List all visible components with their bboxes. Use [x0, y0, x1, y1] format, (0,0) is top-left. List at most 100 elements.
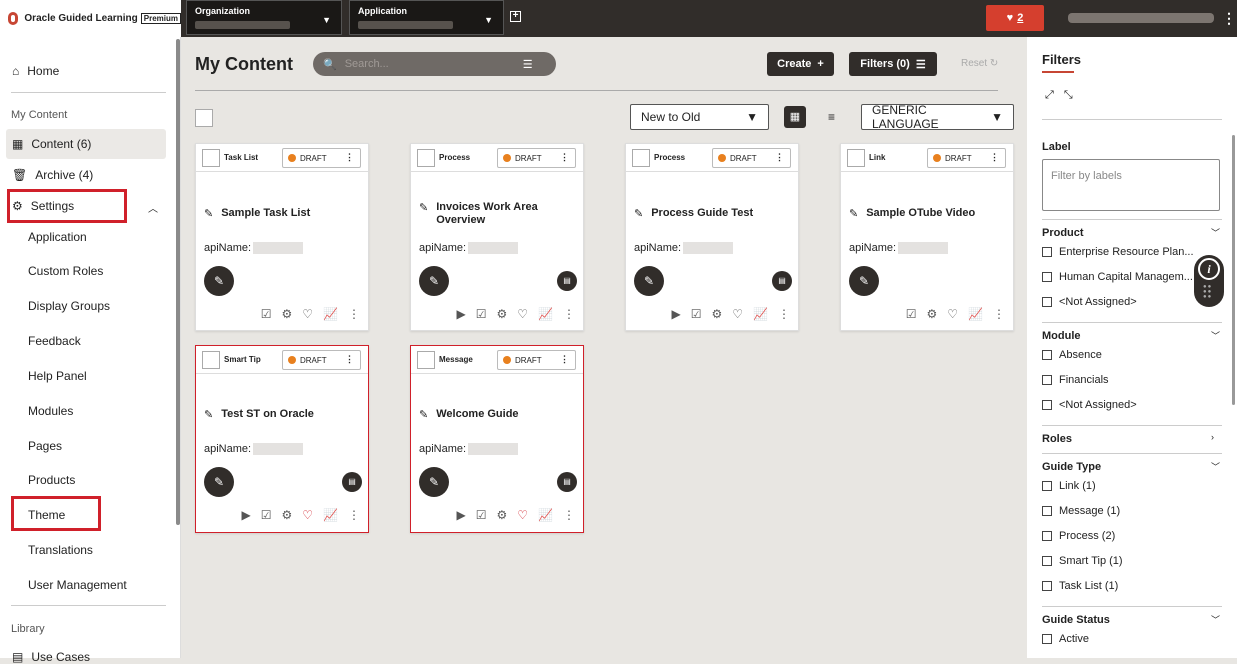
settings-icon[interactable]: ⚙	[282, 307, 293, 321]
checklist-icon[interactable]: ☑	[476, 508, 487, 522]
status-select[interactable]: DRAFT ⋮	[497, 350, 576, 370]
status-select[interactable]: DRAFT ⋮	[282, 148, 361, 168]
analytics-icon[interactable]: 📈	[323, 307, 338, 321]
card-checkbox[interactable]	[202, 148, 220, 167]
sidebar-item-custom-roles[interactable]: Custom Roles	[28, 264, 103, 278]
guide-card-process[interactable]: Process DRAFT ⋮ ✎ Invoices Work Area Ove…	[410, 143, 584, 331]
guide-card-process[interactable]: Process DRAFT ⋮ ✎ Process Guide Test api…	[625, 143, 799, 331]
module-option[interactable]: Absence	[1042, 349, 1102, 361]
user-menu-kebab-icon[interactable]: ⋮	[1222, 10, 1236, 27]
more-kebab-icon[interactable]: ⋮	[778, 307, 790, 321]
checkbox[interactable]	[1042, 272, 1052, 282]
edit-fab-button[interactable]: ✎	[419, 266, 449, 296]
details-button[interactable]: ▤	[772, 271, 792, 291]
guide-card-message[interactable]: Message DRAFT ⋮ ✎ Welcome Guide apiName:…	[410, 345, 584, 533]
search-input[interactable]	[344, 58, 515, 70]
chevron-right-icon[interactable]: ›	[1211, 432, 1214, 442]
chevron-down-icon[interactable]: ﹀	[1211, 329, 1220, 342]
guide-type-option[interactable]: Process (2)	[1042, 530, 1115, 542]
settings-icon[interactable]: ⚙	[712, 307, 723, 321]
sidebar-item-modules[interactable]: Modules	[28, 404, 73, 418]
details-button[interactable]: ▤	[557, 271, 577, 291]
chevron-up-icon[interactable]: ︿	[148, 200, 158, 215]
collapse-icon[interactable]: ⤡	[1064, 89, 1083, 101]
user-email-redacted[interactable]	[1068, 13, 1214, 23]
product-option[interactable]: Human Capital Managem...	[1042, 271, 1193, 283]
guide-card-smart-tip[interactable]: Smart Tip DRAFT ⋮ ✎ Test ST on Oracle ap…	[195, 345, 369, 533]
checklist-icon[interactable]: ☑	[476, 307, 487, 321]
card-title[interactable]: ✎ Process Guide Test	[634, 207, 753, 220]
analytics-icon[interactable]: 📈	[753, 307, 768, 321]
more-kebab-icon[interactable]: ⋮	[348, 508, 360, 522]
sort-select[interactable]: New to Old ▼	[630, 104, 769, 130]
guide-card-link[interactable]: Link DRAFT ⋮ ✎ Sample OTube Video apiNam…	[840, 143, 1014, 331]
chevron-down-icon[interactable]: ﹀	[1211, 460, 1220, 473]
play-icon[interactable]: ▶	[457, 307, 466, 321]
edit-fab-button[interactable]: ✎	[634, 266, 664, 296]
sidebar-item-products[interactable]: Products	[28, 473, 75, 487]
heart-icon[interactable]: ♡	[302, 508, 313, 522]
language-select[interactable]: GENERIC LANGUAGE ▼	[861, 103, 1014, 131]
settings-icon[interactable]: ⚙	[497, 508, 508, 522]
sidebar-item-settings[interactable]: ⚙ Settings	[12, 199, 74, 213]
details-button[interactable]: ▤	[342, 472, 362, 492]
play-icon[interactable]: ▶	[242, 508, 251, 522]
filters-scrollbar[interactable]	[1232, 135, 1235, 405]
module-option[interactable]: <Not Assigned>	[1042, 399, 1137, 411]
more-kebab-icon[interactable]: ⋮	[563, 508, 575, 522]
checkbox[interactable]	[1042, 350, 1052, 360]
checkbox[interactable]	[1042, 581, 1052, 591]
application-select[interactable]: Application ▼	[349, 0, 504, 35]
checkbox[interactable]	[1042, 297, 1052, 307]
guide-status-heading[interactable]: Guide Status	[1042, 614, 1110, 626]
guide-type-option[interactable]: Link (1)	[1042, 480, 1096, 492]
status-select[interactable]: DRAFT ⋮	[497, 148, 576, 168]
heart-icon[interactable]: ♡	[517, 508, 528, 522]
card-title[interactable]: ✎ Welcome Guide	[419, 408, 519, 421]
details-button[interactable]: ▤	[557, 472, 577, 492]
product-heading[interactable]: Product	[1042, 227, 1084, 239]
settings-icon[interactable]: ⚙	[282, 508, 293, 522]
edit-fab-button[interactable]: ✎	[849, 266, 879, 296]
card-checkbox[interactable]	[417, 148, 435, 167]
checkbox[interactable]	[1042, 531, 1052, 541]
organization-select[interactable]: Organization ▼	[186, 0, 342, 35]
card-title[interactable]: ✎ Invoices Work Area Overview	[419, 201, 556, 227]
sidebar-item-application[interactable]: Application	[28, 230, 87, 244]
chevron-down-icon[interactable]: ﹀	[1211, 613, 1220, 626]
settings-icon[interactable]: ⚙	[927, 307, 938, 321]
heart-icon[interactable]: ♡	[517, 307, 528, 321]
more-kebab-icon[interactable]: ⋮	[993, 307, 1005, 321]
sidebar-item-pages[interactable]: Pages	[28, 439, 62, 453]
sidebar-item-user-management[interactable]: User Management	[28, 578, 127, 592]
search-bar[interactable]: 🔍 ☰	[313, 52, 556, 76]
card-title[interactable]: ✎ Sample OTube Video	[849, 207, 975, 220]
checklist-icon[interactable]: ☑	[261, 508, 272, 522]
sidebar-item-use-cases[interactable]: ▤ Use Cases	[12, 650, 90, 664]
analytics-icon[interactable]: 📈	[538, 307, 553, 321]
card-title[interactable]: ✎ Test ST on Oracle	[204, 408, 314, 421]
checkbox[interactable]	[1042, 506, 1052, 516]
edit-fab-button[interactable]: ✎	[419, 467, 449, 497]
checklist-icon[interactable]: ☑	[691, 307, 702, 321]
filter-icon[interactable]: ☰	[523, 58, 533, 71]
edit-fab-button[interactable]: ✎	[204, 467, 234, 497]
list-view-button[interactable]: ≡	[828, 110, 835, 124]
notifications-button[interactable]: ♥ 2	[986, 5, 1044, 31]
guide-status-option[interactable]: Active	[1042, 633, 1089, 645]
module-option[interactable]: Financials	[1042, 374, 1109, 386]
status-select[interactable]: DRAFT ⋮	[712, 148, 791, 168]
sidebar-item-home[interactable]: ⌂ Home	[12, 64, 59, 78]
status-select[interactable]: DRAFT ⋮	[927, 148, 1006, 168]
play-icon[interactable]: ▶	[672, 307, 681, 321]
product-option[interactable]: <Not Assigned>	[1042, 296, 1137, 308]
grip-dots-icon[interactable]: ●● ●● ●●	[1203, 284, 1212, 300]
select-all-checkbox[interactable]	[195, 109, 213, 127]
checklist-icon[interactable]: ☑	[906, 307, 917, 321]
sidebar-item-feedback[interactable]: Feedback	[28, 334, 81, 348]
card-checkbox[interactable]	[202, 350, 220, 369]
guide-type-option[interactable]: Message (1)	[1042, 505, 1120, 517]
status-select[interactable]: DRAFT ⋮	[282, 350, 361, 370]
guide-card-task-list[interactable]: Task List DRAFT ⋮ ✎ Sample Task List api…	[195, 143, 369, 331]
expand-icon[interactable]: ⤢	[1045, 89, 1064, 101]
